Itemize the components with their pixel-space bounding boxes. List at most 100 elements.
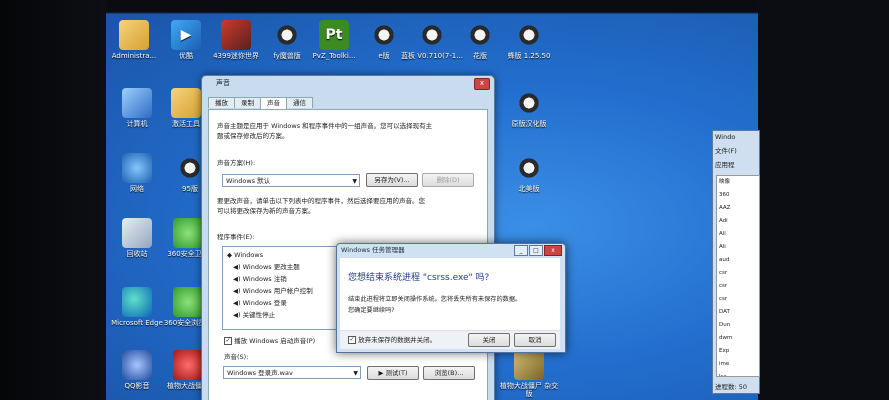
plant-icon: [514, 350, 544, 380]
confirm-info: 结束此进程将立即关闭操作系统。您将丢失所有未保存的数据。 您确定要继续吗?: [348, 294, 521, 316]
pvz-toolkit-icon: Pt: [319, 20, 349, 50]
flower-icon: [514, 88, 544, 118]
monitor-screen: Administra... ▶ 优酷 4399迷你世界 fy魔兽版 Pt PvZ_T…: [0, 0, 889, 400]
desktop-icon-feng[interactable]: 蜂版 1.25.50: [498, 20, 560, 60]
tab-playback[interactable]: 播放: [208, 97, 235, 108]
menu-file[interactable]: 文件(F): [713, 143, 759, 157]
table-row[interactable]: Dun: [719, 319, 759, 332]
windows-icon: ◆: [227, 251, 232, 259]
network-icon: [122, 153, 152, 183]
table-row[interactable]: Ali: [719, 228, 759, 241]
task-manager-confirm-dialog: Windows 任务管理器 _ □ x 您想结束系统进程 "csrss.exe" 吗…: [336, 243, 566, 353]
flower-icon: [272, 20, 302, 50]
process-list[interactable]: 映像 360 AAZ Adi Ali Ali aud csr csr csr D…: [716, 175, 760, 377]
close-button[interactable]: x: [474, 78, 490, 90]
list-item[interactable]: ◀) 关键性停止: [233, 311, 275, 319]
monitor-bezel-left: [0, 0, 106, 400]
table-row[interactable]: csr: [719, 293, 759, 306]
speaker-icon: ◀): [233, 275, 241, 283]
close-button[interactable]: x: [544, 245, 562, 256]
status-process-count: 进程数: 50: [715, 383, 748, 391]
folder-icon: [171, 88, 201, 118]
table-row[interactable]: csr: [719, 280, 759, 293]
flower-icon: [514, 153, 544, 183]
list-item[interactable]: ◆ Windows: [227, 251, 263, 259]
intro-text-line-1: 声音主题是应用于 Windows 和程序事件中的一组声音。您可以选择现有主: [217, 122, 433, 130]
abandon-data-checkbox[interactable]: ✓ 放弃未保存的数据并关闭。: [348, 336, 436, 344]
flower-icon: [514, 20, 544, 50]
speaker-icon: ◀): [233, 311, 241, 319]
folder-icon: [119, 20, 149, 50]
column-header-image[interactable]: 映像: [719, 176, 759, 189]
edge-icon: [122, 287, 152, 317]
qq-player-icon: [122, 350, 152, 380]
intro-text-line-2: 题或保存修改后的方案。: [217, 132, 289, 140]
confirm-question: 您想结束系统进程 "csrss.exe" 吗?: [348, 273, 490, 283]
table-row[interactable]: csr: [719, 267, 759, 280]
desktop-icon-na[interactable]: 北美版: [498, 153, 560, 193]
confirm-info-line-1: 结束此进程将立即关闭操作系统。您将丢失所有未保存的数据。: [348, 296, 522, 303]
speaker-icon: ◀): [233, 299, 241, 307]
checkbox-checked-icon: ✓: [224, 337, 232, 345]
dialog-button-bar: ✓ 放弃未保存的数据并关闭。 关闭 取消: [340, 330, 560, 349]
events-label: 程序事件(E):: [217, 233, 255, 241]
dialog-body: 您想结束系统进程 "csrss.exe" 吗? 结束此进程将立即关闭操作系统。您…: [340, 258, 560, 349]
tab-applications[interactable]: 应用程: [713, 157, 759, 171]
table-row[interactable]: Exp: [719, 345, 759, 358]
table-row[interactable]: ime: [719, 358, 759, 371]
recycle-bin-icon: [122, 218, 152, 248]
speaker-icon: ◀): [233, 287, 241, 295]
maximize-button[interactable]: □: [529, 245, 543, 256]
flower-icon: [369, 20, 399, 50]
table-row[interactable]: DAT: [719, 306, 759, 319]
browse-button[interactable]: 浏览(B)...: [423, 366, 475, 380]
cancel-button[interactable]: 取消: [514, 333, 556, 347]
table-row[interactable]: lsa: [719, 371, 759, 376]
sound-dialog-title: 声音: [216, 79, 230, 87]
minimize-button[interactable]: _: [514, 245, 528, 256]
delete-button[interactable]: 删除(D): [422, 173, 474, 187]
list-item[interactable]: ◀) Windows 用户帐户控制: [233, 287, 313, 295]
checkbox-checked-icon: ✓: [348, 336, 356, 344]
window-controls: _ □ x: [513, 245, 562, 256]
chevron-down-icon: ▼: [352, 178, 357, 185]
list-item[interactable]: ◀) Windows 注销: [233, 275, 287, 283]
table-row[interactable]: AAZ: [719, 202, 759, 215]
shutdown-button[interactable]: 关闭: [468, 333, 510, 347]
tab-strip: 播放 录制 声音 通信: [208, 97, 313, 110]
sound-label: 声音(S):: [224, 353, 249, 361]
table-row[interactable]: dwm: [719, 332, 759, 345]
confirm-info-line-2: 您确定要继续吗?: [348, 307, 395, 314]
pvz-icon: [173, 350, 203, 380]
list-item[interactable]: ◀) Windows 登录: [233, 299, 287, 307]
flower-icon: [417, 20, 447, 50]
tab-recording[interactable]: 录制: [234, 97, 261, 108]
sound-select[interactable]: Windows 登录声.wav ▼: [223, 366, 361, 379]
save-as-button[interactable]: 另存为(V)...: [366, 173, 418, 187]
startup-sound-checkbox[interactable]: ✓ 播放 Windows 启动声音(P): [224, 337, 315, 345]
change-text-line-1: 要更改声音，请单击以下列表中的程序事件，然后选择要应用的声音。您: [217, 197, 425, 205]
table-row[interactable]: 360: [719, 189, 759, 202]
scheme-select[interactable]: Windows 默认 ▼: [222, 174, 360, 187]
task-manager-window: Windo 文件(F) 应用程 映像 360 AAZ Adi Ali Ali a…: [712, 130, 760, 394]
test-button[interactable]: ▶ 测试(T): [367, 366, 419, 380]
program-events-list[interactable]: ◆ Windows ◀) Windows 更改主题 ◀) Windows 注销 …: [222, 246, 344, 330]
table-row[interactable]: aud: [719, 254, 759, 267]
flower-icon: [465, 20, 495, 50]
game-icon: [221, 20, 251, 50]
speaker-icon: ◀): [233, 263, 241, 271]
table-row[interactable]: Adi: [719, 215, 759, 228]
scheme-label: 声音方案(H):: [217, 159, 256, 167]
desktop-icon-original[interactable]: 原版汉化版: [498, 88, 560, 128]
change-text-line-2: 可以将更改保存为新的声音方案。: [217, 207, 315, 215]
tab-communications[interactable]: 通信: [286, 97, 313, 108]
monitor-bezel-right: [758, 0, 889, 400]
list-item[interactable]: ◀) Windows 更改主题: [233, 263, 300, 271]
table-row[interactable]: Ali: [719, 241, 759, 254]
desktop-icon-pvz-hybrid[interactable]: 植物大战僵尸 杂交版: [498, 350, 560, 398]
window-title: Windo: [715, 133, 736, 141]
chevron-down-icon: ▼: [353, 370, 358, 377]
360-icon: [173, 218, 203, 248]
360-browser-icon: [173, 287, 203, 317]
computer-icon: [122, 88, 152, 118]
